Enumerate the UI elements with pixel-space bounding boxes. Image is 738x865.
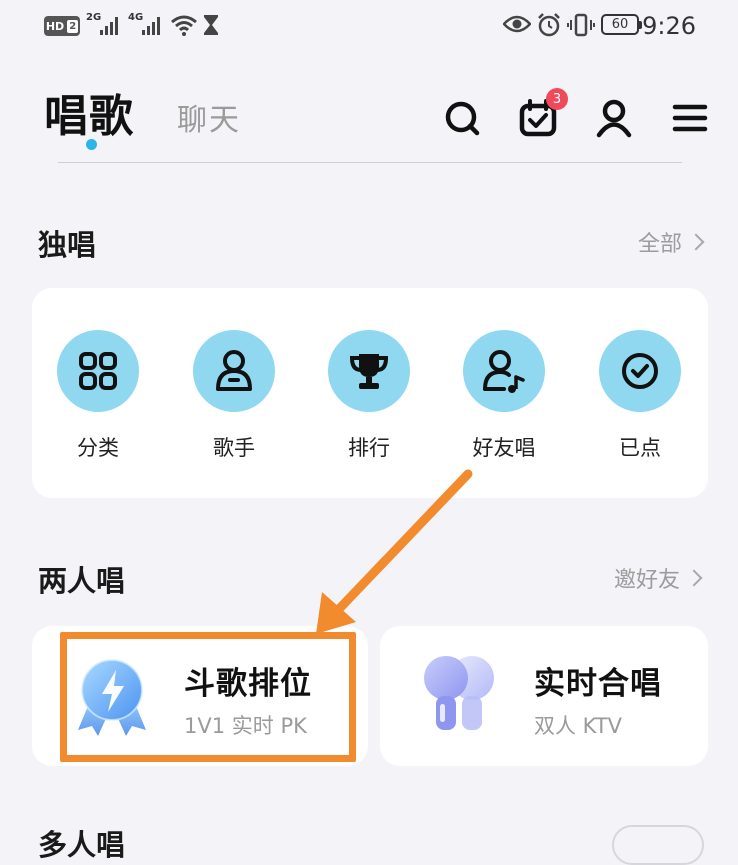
annotation-arrow	[316, 469, 473, 634]
section-title-multi: 多人唱	[38, 828, 126, 862]
multi-action-button[interactable]	[612, 825, 704, 865]
